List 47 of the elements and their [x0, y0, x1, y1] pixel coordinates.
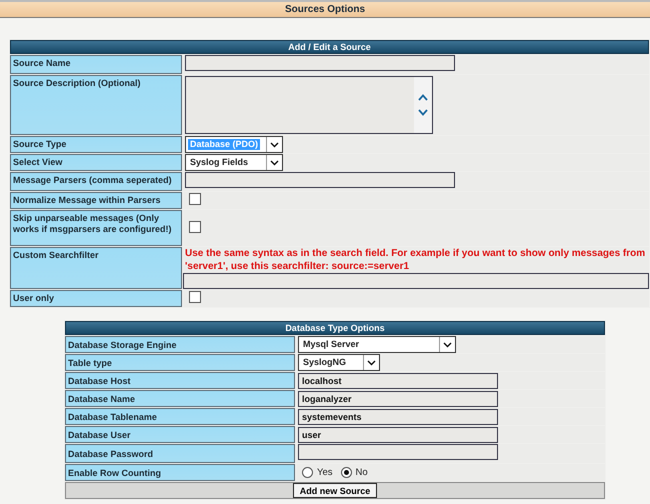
checkbox[interactable] [189, 220, 201, 232]
field-label: User only [10, 290, 182, 307]
field-label: Enable Row Counting [65, 464, 295, 481]
hint-text: Use the same syntax as in the search field. For example if you want to show only messages from 'server1', use this searchfilter: source:=server1 [184, 247, 646, 273]
section-header: Add / Edit a Source [10, 40, 649, 54]
radio-label: No [356, 467, 368, 478]
text-field[interactable] [298, 444, 498, 460]
field-label: Database Storage Engine [65, 336, 295, 353]
field-label: Select View [10, 154, 182, 171]
checkbox[interactable] [189, 291, 201, 303]
field-label: Skip unparseable messages (Only works if msgparsers are configured!) [10, 210, 182, 246]
text-area[interactable] [185, 76, 433, 134]
section-header: Database Type Options [65, 321, 605, 335]
field-label: Normalize Message within Parsers [10, 192, 182, 209]
add-source-button[interactable]: Add new Source [292, 483, 378, 498]
field-label: Source Type [10, 136, 182, 153]
field-label: Database Password [65, 444, 295, 463]
field-label: Table type [65, 354, 295, 371]
field-label: Source Name [10, 55, 182, 74]
dropdown[interactable]: Syslog Fields [185, 154, 283, 171]
dropdown[interactable]: Mysql Server [298, 336, 456, 353]
field-label: Database User [65, 426, 295, 443]
field-label: Custom Searchfilter [10, 247, 182, 289]
caret-icon [270, 160, 279, 166]
field-label: Database Host [65, 372, 295, 389]
page-title: Sources Options [0, 0, 650, 18]
text-field[interactable] [185, 55, 455, 71]
scroll-down-icon[interactable] [418, 109, 428, 116]
text-field[interactable]: localhost [298, 372, 498, 388]
caret-icon [367, 360, 376, 366]
caret-icon [270, 142, 279, 148]
text-field[interactable]: systemevents [298, 408, 498, 424]
dropdown[interactable]: SyslogNG [298, 354, 380, 371]
field-label: Database Tablename [65, 408, 295, 425]
field-label: Database Name [65, 390, 295, 407]
text-field[interactable]: loganalyzer [298, 390, 498, 406]
text-field[interactable]: user [298, 426, 498, 442]
scroll-up-icon[interactable] [418, 94, 428, 101]
field-label: Source Description (Optional) [10, 75, 182, 135]
field-label: Message Parsers (comma seperated) [10, 172, 182, 191]
radio-button[interactable] [340, 467, 352, 478]
text-field[interactable] [185, 172, 455, 188]
caret-icon [443, 342, 452, 348]
radio-button[interactable] [302, 467, 313, 478]
radio-label: Yes [317, 467, 332, 478]
text-field[interactable] [183, 273, 649, 289]
checkbox[interactable] [189, 193, 201, 205]
